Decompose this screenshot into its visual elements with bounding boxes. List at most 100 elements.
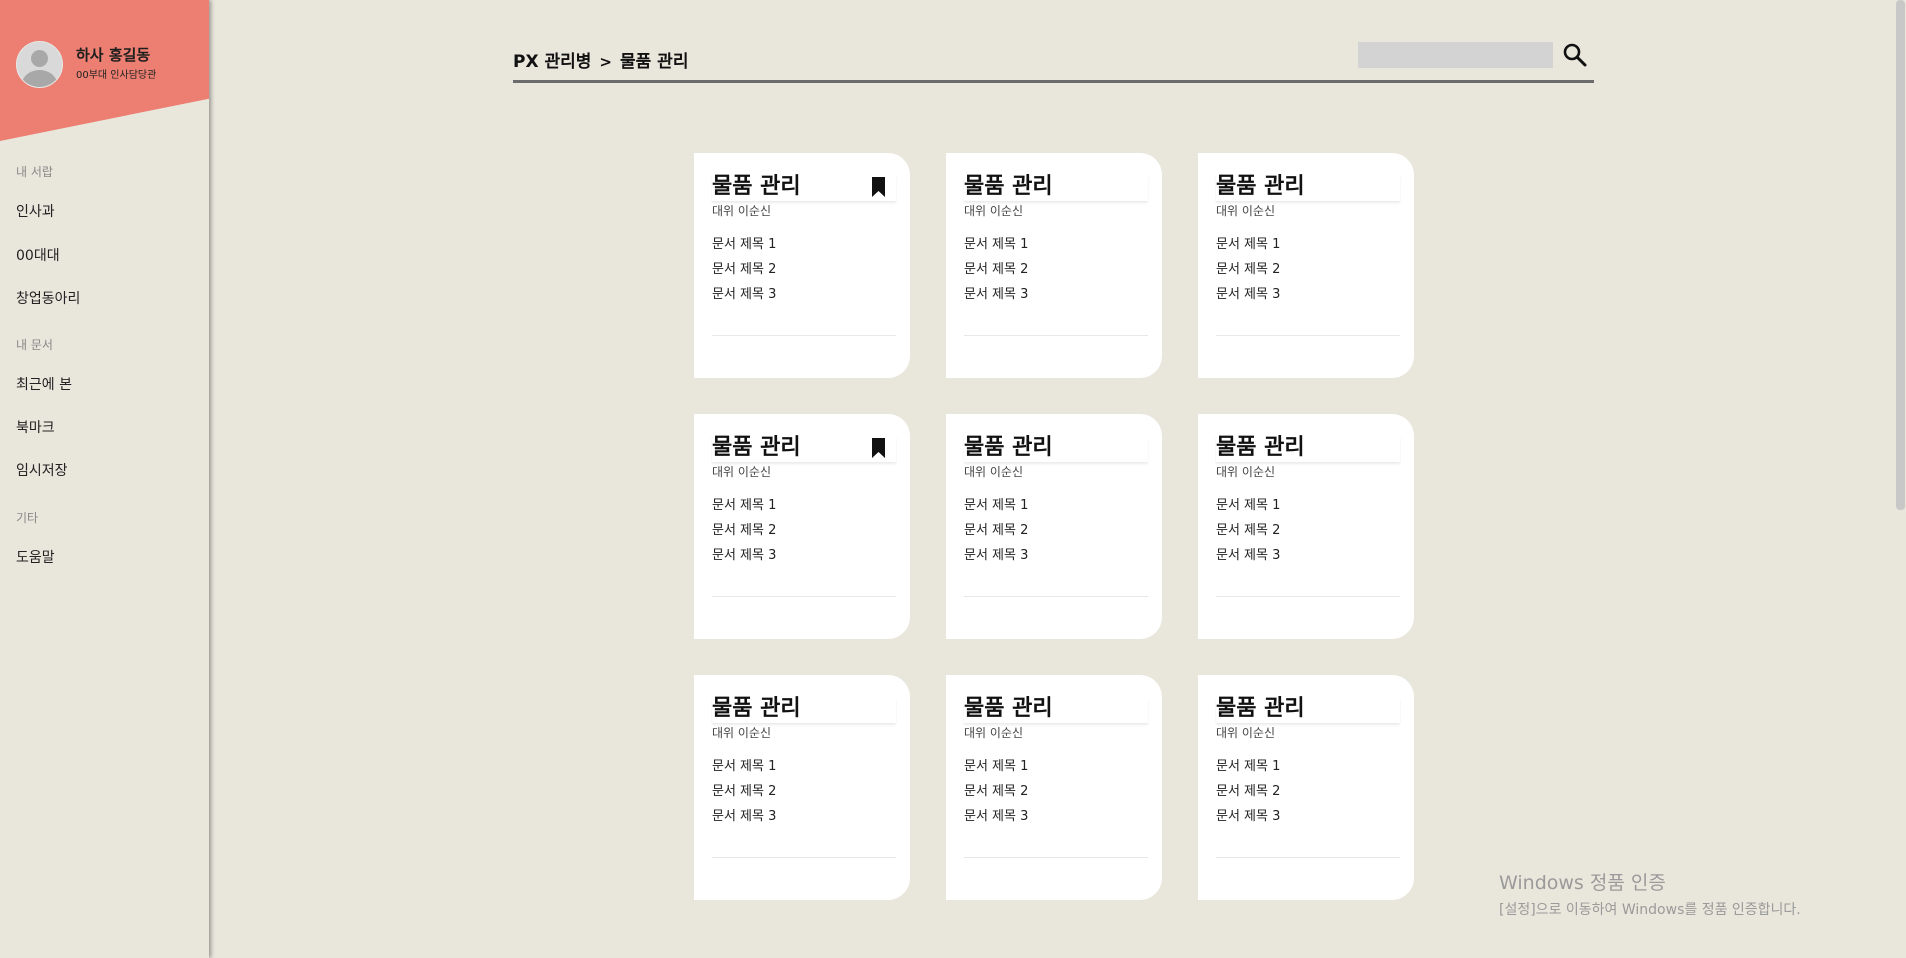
card-doc-list: 문서 제목 1 문서 제목 2 문서 제목 3 xyxy=(1216,232,1280,307)
card-doc-link[interactable]: 문서 제목 1 xyxy=(712,493,776,518)
card-header: 물품 관리 xyxy=(1216,696,1400,723)
card-doc-link[interactable]: 문서 제목 2 xyxy=(712,779,776,804)
card-author: 대위 이순신 xyxy=(964,465,1024,479)
search-input[interactable] xyxy=(1358,42,1553,68)
card-header: 물품 관리 xyxy=(712,435,896,462)
scrollbar[interactable] xyxy=(1894,0,1906,958)
sidebar-item-battalion[interactable]: 00대대 xyxy=(16,245,60,265)
document-card[interactable]: 물품 관리 대위 이순신 문서 제목 1 문서 제목 2 문서 제목 3 xyxy=(946,675,1162,900)
card-doc-link[interactable]: 문서 제목 3 xyxy=(712,804,776,829)
card-doc-link[interactable]: 문서 제목 2 xyxy=(712,257,776,282)
card-doc-link[interactable]: 문서 제목 1 xyxy=(1216,493,1280,518)
sidebar-item-personnel[interactable]: 인사과 xyxy=(16,201,55,221)
card-doc-list: 문서 제목 1 문서 제목 2 문서 제목 3 xyxy=(964,493,1028,568)
breadcrumb-separator: > xyxy=(599,53,612,71)
card-doc-link[interactable]: 문서 제목 2 xyxy=(712,518,776,543)
card-author: 대위 이순신 xyxy=(964,204,1024,218)
document-card[interactable]: 물품 관리대위 이순신문서 제목 1 문서 제목 2 문서 제목 3 xyxy=(694,153,910,378)
document-card[interactable]: 물품 관리대위 이순신문서 제목 1 문서 제목 2 문서 제목 3 xyxy=(694,675,910,900)
document-card[interactable]: 물품 관리대위 이순신문서 제목 1 문서 제목 2 문서 제목 3 xyxy=(1198,153,1414,378)
card-title[interactable]: 물품 관리 xyxy=(712,696,801,722)
nav-section-etc: 기타 xyxy=(16,511,39,525)
card-doc-link[interactable]: 문서 제목 3 xyxy=(964,282,1028,307)
card-doc-link[interactable]: 문서 제목 3 xyxy=(712,543,776,568)
sidebar: 하사 홍길동 00부대 인사담당관 내 서랍 인사과 00대대 창업동아리 내 … xyxy=(0,0,209,958)
card-doc-link[interactable]: 문서 제목 3 xyxy=(964,543,1028,568)
card-divider xyxy=(1216,857,1400,858)
document-card[interactable]: 물품 관리 대위 이순신 문서 제목 1 문서 제목 2 문서 제목 3 xyxy=(1198,414,1414,639)
card-grid: 물품 관리 대위 이순신 문서 제목 1 문서 제목 2 문서 제목 3 물품 관리 대위 … xyxy=(694,153,1414,900)
card-doc-link[interactable]: 문서 제목 1 xyxy=(712,754,776,779)
card-doc-link[interactable]: 문서 제목 1 xyxy=(1216,754,1280,779)
watermark-title: Windows 정품 인증 xyxy=(1499,872,1666,894)
bookmark-icon[interactable] xyxy=(871,177,886,197)
card-doc-link[interactable]: 문서 제목 3 xyxy=(964,804,1028,829)
bookmark-icon[interactable] xyxy=(871,438,886,458)
card-header: 물품 관리 xyxy=(964,174,1148,201)
card-doc-link[interactable]: 문서 제목 1 xyxy=(712,232,776,257)
card-header: 물품 관리 xyxy=(712,696,896,723)
card-doc-link[interactable]: 문서 제목 2 xyxy=(1216,518,1280,543)
card-doc-list: 문서 제목 1 문서 제목 2 문서 제목 3 xyxy=(964,754,1028,829)
sidebar-item-recent[interactable]: 최근에 본 xyxy=(16,374,72,394)
card-title[interactable]: 물품 관리 xyxy=(1216,435,1305,461)
card-doc-link[interactable]: 문서 제목 2 xyxy=(964,779,1028,804)
sidebar-item-help[interactable]: 도움말 xyxy=(16,547,55,567)
card-doc-link[interactable]: 문서 제목 1 xyxy=(964,232,1028,257)
card-author: 대위 이순신 xyxy=(1216,204,1276,218)
card-title[interactable]: 물품 관리 xyxy=(712,435,801,461)
card-doc-link[interactable]: 문서 제목 2 xyxy=(1216,779,1280,804)
card-doc-link[interactable]: 문서 제목 1 xyxy=(964,754,1028,779)
card-header: 물품 관리 xyxy=(964,435,1148,462)
card-title[interactable]: 물품 관리 xyxy=(1216,174,1305,200)
sidebar-item-startup-club[interactable]: 창업동아리 xyxy=(16,288,80,308)
card-title[interactable]: 물품 관리 xyxy=(964,174,1053,200)
card-author: 대위 이순신 xyxy=(1216,726,1276,740)
user-role: 00부대 인사담당관 xyxy=(76,70,157,81)
card-divider xyxy=(1216,335,1400,336)
card-author: 대위 이순신 xyxy=(712,465,772,479)
document-card[interactable]: 물품 관리대위 이순신문서 제목 1 문서 제목 2 문서 제목 3 xyxy=(946,153,1162,378)
card-divider xyxy=(712,335,896,336)
card-header: 물품 관리 xyxy=(1216,174,1400,201)
card-doc-list: 문서 제목 1 문서 제목 2 문서 제목 3 xyxy=(1216,754,1280,829)
watermark-subtitle: [설정]으로 이동하여 Windows를 정품 인증합니다. xyxy=(1499,902,1801,918)
card-author: 대위 이순신 xyxy=(712,204,772,218)
page-header: PX 관리병 > 물품 관리 xyxy=(513,40,1594,83)
card-author: 대위 이순신 xyxy=(712,726,772,740)
document-card[interactable]: 물품 관리대위 이순신문서 제목 1 문서 제목 2 문서 제목 3 xyxy=(694,414,910,639)
card-doc-link[interactable]: 문서 제목 3 xyxy=(1216,543,1280,568)
nav-section-my-docs: 내 문서 xyxy=(16,338,53,352)
card-divider xyxy=(964,335,1148,336)
card-doc-list: 문서 제목 1 문서 제목 2 문서 제목 3 xyxy=(964,232,1028,307)
card-doc-link[interactable]: 문서 제목 1 xyxy=(1216,232,1280,257)
avatar-icon[interactable] xyxy=(16,41,63,88)
card-doc-link[interactable]: 문서 제목 2 xyxy=(964,257,1028,282)
card-title[interactable]: 물품 관리 xyxy=(712,174,801,200)
search-icon[interactable] xyxy=(1562,42,1588,68)
breadcrumb-item-px[interactable]: PX 관리병 xyxy=(513,52,591,72)
card-doc-link[interactable]: 문서 제목 1 xyxy=(964,493,1028,518)
card-doc-link[interactable]: 문서 제목 3 xyxy=(1216,804,1280,829)
document-card[interactable]: 물품 관리대위 이순신문서 제목 1 문서 제목 2 문서 제목 3 xyxy=(1198,675,1414,900)
card-title[interactable]: 물품 관리 xyxy=(964,696,1053,722)
sidebar-item-drafts[interactable]: 임시저장 xyxy=(16,460,68,480)
windows-activation-watermark: Windows 정품 인증 [설정]으로 이동하여 Windows를 정품 인증… xyxy=(1499,868,1801,919)
user-name: 하사 홍길동 xyxy=(76,46,151,64)
card-doc-link[interactable]: 문서 제목 2 xyxy=(1216,257,1280,282)
breadcrumb: PX 관리병 > 물품 관리 xyxy=(513,47,688,72)
scrollbar-thumb[interactable] xyxy=(1896,0,1905,510)
card-title[interactable]: 물품 관리 xyxy=(1216,696,1305,722)
card-doc-list: 문서 제목 1 문서 제목 2 문서 제목 3 xyxy=(712,232,776,307)
card-doc-list: 문서 제목 1 문서 제목 2 문서 제목 3 xyxy=(1216,493,1280,568)
sidebar-item-bookmarks[interactable]: 북마크 xyxy=(16,417,55,437)
card-doc-link[interactable]: 문서 제목 3 xyxy=(1216,282,1280,307)
card-divider xyxy=(712,857,896,858)
card-title[interactable]: 물품 관리 xyxy=(964,435,1053,461)
card-doc-link[interactable]: 문서 제목 3 xyxy=(712,282,776,307)
card-doc-link[interactable]: 문서 제목 2 xyxy=(964,518,1028,543)
card-doc-list: 문서 제목 1 문서 제목 2 문서 제목 3 xyxy=(712,754,776,829)
document-card[interactable]: 물품 관리대위 이순신문서 제목 1 문서 제목 2 문서 제목 3 xyxy=(946,414,1162,639)
card-divider xyxy=(964,596,1148,597)
nav-section-drawer: 내 서랍 xyxy=(16,165,53,179)
